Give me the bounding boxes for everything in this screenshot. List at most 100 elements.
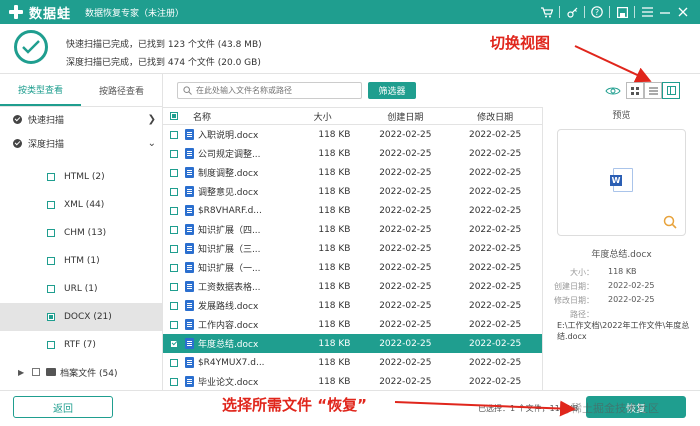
row-checkbox[interactable] — [169, 225, 178, 234]
table-row[interactable]: 调整意见.docx 118 KB 2022-02-25 2022-02-25 — [163, 182, 542, 201]
search-icon — [183, 86, 192, 95]
category-checkbox[interactable] — [47, 201, 55, 209]
detail-view-button[interactable] — [662, 82, 680, 99]
category-checkbox[interactable] — [47, 285, 55, 293]
table-row[interactable]: 年度总结.docx 118 KB 2022-02-25 2022-02-25 — [163, 334, 542, 353]
cart-icon[interactable] — [538, 3, 556, 21]
annotation-select-recover: 选择所需文件 “恢复” — [222, 396, 367, 414]
search-box[interactable] — [177, 82, 362, 99]
minimize-icon[interactable] — [656, 3, 674, 21]
archive-checkbox[interactable] — [32, 368, 41, 376]
table-row[interactable]: $R8VHARF.d... 118 KB 2022-02-25 2022-02-25 — [163, 201, 542, 220]
header-name[interactable]: 名称 — [185, 110, 283, 123]
table-row[interactable]: 发展路线.docx 118 KB 2022-02-25 2022-02-25 — [163, 296, 542, 315]
file-modified: 2022-02-25 — [468, 243, 522, 254]
header-size[interactable]: 大小 — [283, 110, 363, 123]
file-size: 118 KB — [318, 281, 351, 292]
file-created: 2022-02-25 — [379, 186, 432, 197]
category-chm[interactable]: CHM (13) — [0, 219, 162, 247]
row-checkbox[interactable] — [169, 320, 178, 329]
scan-status-header: 快速扫描已完成，已找到 123 个文件 (43.8 MB) 深度扫描已完成，已找… — [0, 24, 700, 74]
group-label: 快速扫描 — [28, 115, 65, 126]
row-checkbox[interactable] — [169, 149, 178, 158]
table-row[interactable]: 知识扩展（三... 118 KB 2022-02-25 2022-02-25 — [163, 239, 542, 258]
row-checkbox[interactable] — [169, 301, 178, 310]
filter-button[interactable]: 筛选器 — [368, 82, 416, 99]
table-body: 入职说明.docx 118 KB 2022-02-25 2022-02-25 公司规定调… — [163, 125, 542, 390]
select-all-checkbox[interactable] — [169, 112, 178, 120]
table-row[interactable]: 入职说明.docx 118 KB 2022-02-25 2022-02-25 — [163, 125, 542, 144]
group-deep-scan[interactable]: 深度扫描 ⌄ — [0, 131, 162, 155]
file-modified: 2022-02-25 — [468, 300, 522, 311]
menu-icon[interactable] — [638, 3, 656, 21]
search-input[interactable] — [196, 86, 356, 95]
row-checkbox[interactable] — [169, 244, 178, 253]
category-htm[interactable]: HTM (1) — [0, 247, 162, 275]
category-html[interactable]: HTML (2) — [0, 163, 162, 191]
zoom-icon[interactable] — [663, 215, 677, 229]
close-icon[interactable] — [674, 3, 692, 21]
chevron-right-icon[interactable]: ❯ — [148, 114, 156, 125]
row-checkbox[interactable] — [169, 187, 178, 196]
svg-text:?: ? — [595, 8, 599, 17]
deep-scan-status: 深度扫描已完成，已找到 474 个文件 (20.0 GB) — [66, 58, 261, 68]
header-modified[interactable]: 修改日期 — [448, 110, 542, 123]
row-checkbox[interactable] — [169, 168, 178, 177]
table-row[interactable]: 制度调整.docx 118 KB 2022-02-25 2022-02-25 — [163, 163, 542, 182]
file-modified: 2022-02-25 — [468, 319, 522, 330]
table-row[interactable]: 知识扩展（四... 118 KB 2022-02-25 2022-02-25 — [163, 220, 542, 239]
category-xml[interactable]: XML (44) — [0, 191, 162, 219]
category-url[interactable]: URL (1) — [0, 275, 162, 303]
category-rtf[interactable]: RTF (7) — [0, 331, 162, 359]
file-name: 发展路线.docx — [197, 302, 259, 312]
category-checkbox[interactable] — [47, 313, 55, 321]
docx-file-icon — [184, 186, 194, 197]
file-name: 知识扩展（四... — [197, 226, 261, 236]
expand-arrow-icon[interactable]: ▶ — [18, 368, 24, 377]
table-row[interactable]: $R4YMUX7.d... 118 KB 2022-02-25 2022-02-25 — [163, 353, 542, 372]
file-size: 118 KB — [318, 376, 351, 387]
back-button[interactable]: 返回 — [13, 396, 113, 418]
category-checkbox[interactable] — [47, 341, 55, 349]
app-title: 数据恢复专家（未注册） — [85, 8, 185, 19]
plus-logo-icon — [8, 4, 24, 20]
table-row[interactable]: 工资数据表格... 118 KB 2022-02-25 2022-02-25 — [163, 277, 542, 296]
tab-by-path[interactable]: 按路径查看 — [81, 74, 162, 106]
table-row[interactable]: 知识扩展（一... 118 KB 2022-02-25 2022-02-25 — [163, 258, 542, 277]
file-name: 入职说明.docx — [197, 131, 259, 141]
category-checkbox[interactable] — [47, 173, 55, 181]
table-row[interactable]: 毕业论文.docx 118 KB 2022-02-25 2022-02-25 — [163, 372, 542, 390]
group-quick-scan[interactable]: 快速扫描 ❯ — [0, 107, 162, 131]
category-checkbox[interactable] — [47, 257, 55, 265]
table-row[interactable]: 工作内容.docx 118 KB 2022-02-25 2022-02-25 — [163, 315, 542, 334]
save-icon[interactable] — [613, 3, 631, 21]
list-view-button[interactable] — [644, 82, 662, 99]
file-name: 公司规定调整... — [197, 150, 261, 160]
tab-by-type[interactable]: 按类型查看 — [0, 74, 81, 106]
file-created: 2022-02-25 — [379, 376, 432, 387]
key-icon[interactable] — [563, 3, 581, 21]
row-checkbox[interactable] — [169, 377, 178, 386]
brand-name: 数据蛙 — [29, 6, 72, 22]
check-dot-icon — [13, 138, 22, 148]
row-checkbox[interactable] — [169, 130, 178, 139]
eye-icon[interactable] — [605, 86, 621, 96]
category-checkbox[interactable] — [47, 229, 55, 237]
row-checkbox[interactable] — [169, 263, 178, 272]
row-checkbox[interactable] — [169, 358, 178, 367]
file-name: 工作内容.docx — [197, 321, 259, 331]
category-archive[interactable]: ▶ 档案文件 (54) — [0, 359, 162, 385]
chevron-down-icon[interactable]: ⌄ — [148, 138, 156, 149]
file-size: 118 KB — [318, 224, 351, 235]
file-size: 118 KB — [318, 300, 351, 311]
row-checkbox[interactable] — [169, 206, 178, 215]
table-row[interactable]: 公司规定调整... 118 KB 2022-02-25 2022-02-25 — [163, 144, 542, 163]
help-icon[interactable]: ? — [588, 3, 606, 21]
row-checkbox[interactable] — [169, 339, 178, 348]
category-docx[interactable]: DOCX (21) — [0, 303, 162, 331]
row-checkbox[interactable] — [169, 282, 178, 291]
header-created[interactable]: 创建日期 — [362, 110, 448, 123]
docx-file-icon — [184, 338, 194, 349]
list-icon — [648, 87, 658, 94]
grid-view-button[interactable] — [626, 82, 644, 99]
